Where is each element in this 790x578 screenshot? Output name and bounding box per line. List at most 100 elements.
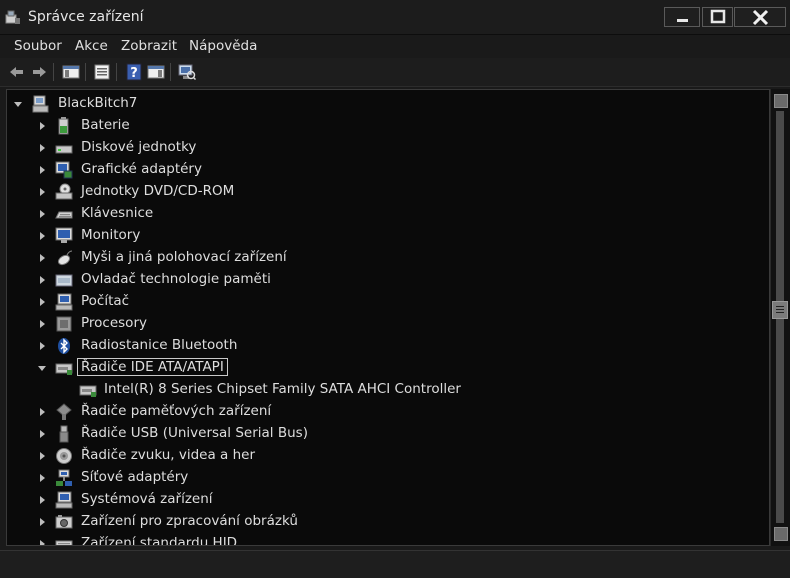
battery-icon [55,117,73,135]
tree-item-mysi[interactable]: Myši a jiná polohovací zařízení [7,247,747,269]
scroll-thumb[interactable] [772,301,788,319]
tree-item-bluetooth[interactable]: Radiostanice Bluetooth [7,335,747,357]
tree-item-intel-sata[interactable]: Intel(R) 8 Series Chipset Family SATA AH… [7,379,747,401]
tree-item-radice-ide[interactable]: Řadiče IDE ATA/ATAPI [7,357,747,379]
expand-arrow-icon[interactable] [37,450,47,460]
device-tree[interactable]: BlackBitch7 Baterie Diskové jednotky Gra… [6,89,770,546]
network-adapter-icon [55,469,73,487]
tree-item-hid[interactable]: Zařízení standardu HID [7,533,747,546]
toolbar-separator [170,63,171,81]
expand-arrow-icon[interactable] [37,340,47,350]
tree-item-radice-zvuku[interactable]: Řadiče zvuku, videa a her [7,445,747,467]
toolbar-separator [116,63,117,81]
expand-arrow-icon[interactable] [37,120,47,130]
tree-item-label: Myši a jiná polohovací zařízení [81,249,287,265]
maximize-button[interactable] [702,7,733,27]
expand-arrow-icon[interactable] [37,516,47,526]
toolbar: ? [0,58,790,87]
tree-item-label: Jednotky DVD/CD-ROM [81,183,235,199]
tree-root-label: BlackBitch7 [58,95,138,111]
scroll-up-button[interactable] [774,94,788,108]
vertical-scrollbar[interactable] [770,89,790,546]
ide-controller-icon [55,359,73,377]
tree-item-monitory[interactable]: Monitory [7,225,747,247]
expand-arrow-icon[interactable] [37,538,47,545]
back-icon[interactable] [8,63,26,81]
tree-item-label: Baterie [81,117,130,133]
keyboard-icon [55,205,73,223]
expand-arrow-icon[interactable] [37,274,47,284]
toolbar-separator [53,63,54,81]
hid-icon [55,535,73,545]
tree-item-pocitac[interactable]: Počítač [7,291,747,313]
memory-controller-icon [55,271,73,289]
tree-item-procesory[interactable]: Procesory [7,313,747,335]
tree-item-label: Zařízení pro zpracování obrázků [81,513,298,529]
tree-item-sitove-adaptery[interactable]: Síťové adaptéry [7,467,747,489]
tree-item-label: Síťové adaptéry [81,469,189,485]
tree-item-klavesnice[interactable]: Klávesnice [7,203,747,225]
action-pane-icon[interactable] [147,63,165,81]
tree-item-label: Procesory [81,315,147,331]
expand-arrow-icon[interactable] [37,142,47,152]
tree-item-dvd[interactable]: Jednotky DVD/CD-ROM [7,181,747,203]
display-adapter-icon [55,161,73,179]
help-icon[interactable]: ? [125,63,143,81]
toolbar-separator [85,63,86,81]
menu-soubor[interactable]: Soubor [14,38,62,54]
tree-item-radice-pametovych[interactable]: Řadiče paměťových zařízení [7,401,747,423]
expand-arrow-icon[interactable] [37,494,47,504]
minimize-button[interactable] [664,7,700,27]
tree-item-label: Zařízení standardu HID [81,535,238,546]
scroll-down-button[interactable] [774,527,788,541]
menu-napoveda[interactable]: Nápověda [189,38,257,54]
expand-arrow-icon[interactable] [37,230,47,240]
tree-item-baterie[interactable]: Baterie [7,115,747,137]
tree-item-label: Řadiče paměťových zařízení [81,403,272,419]
tree-item-label: Intel(R) 8 Series Chipset Family SATA AH… [104,381,461,397]
tree-item-label: Řadiče IDE ATA/ATAPI [77,358,228,376]
collapse-arrow-icon[interactable] [13,98,23,108]
computer-icon [55,293,73,311]
tree-item-radice-usb[interactable]: Řadiče USB (Universal Serial Bus) [7,423,747,445]
expand-arrow-icon[interactable] [37,186,47,196]
monitor-icon [55,227,73,245]
processor-icon [55,315,73,333]
tree-item-systemova-zarizeni[interactable]: Systémová zařízení [7,489,747,511]
tree-item-label: Řadiče USB (Universal Serial Bus) [81,425,308,441]
title-bar: Správce zařízení [0,0,790,35]
tree-root[interactable]: BlackBitch7 [7,93,747,115]
menu-zobrazit[interactable]: Zobrazit [121,38,177,54]
collapse-arrow-icon[interactable] [37,362,47,372]
usb-icon [55,425,73,443]
tree-item-label: Monitory [81,227,141,243]
show-hide-console-tree-icon[interactable] [62,63,80,81]
properties-icon[interactable] [93,63,111,81]
tree-item-label: Počítač [81,293,130,309]
ide-controller-icon [79,381,97,399]
svg-text:?: ? [130,66,138,81]
expand-arrow-icon[interactable] [37,164,47,174]
disk-drive-icon [55,139,73,157]
menu-bar: Soubor Akce Zobrazit Nápověda [0,35,790,57]
tree-item-ovladac-pameti[interactable]: Ovladač technologie paměti [7,269,747,291]
tree-item-zpracovani-obrazku[interactable]: Zařízení pro zpracování obrázků [7,511,747,533]
tree-item-graficke-adaptery[interactable]: Grafické adaptéry [7,159,747,181]
expand-arrow-icon[interactable] [37,318,47,328]
forward-icon[interactable] [30,63,48,81]
expand-arrow-icon[interactable] [37,208,47,218]
expand-arrow-icon[interactable] [37,296,47,306]
expand-arrow-icon[interactable] [37,472,47,482]
imaging-device-icon [55,513,73,531]
tree-item-diskove-jednotky[interactable]: Diskové jednotky [7,137,747,159]
tree-item-label: Řadiče zvuku, videa a her [81,447,256,463]
menu-akce[interactable]: Akce [75,38,108,54]
expand-arrow-icon[interactable] [37,406,47,416]
close-button[interactable] [734,7,786,27]
dvd-drive-icon [55,183,73,201]
tree-item-label: Grafické adaptéry [81,161,202,177]
sound-icon [55,447,73,465]
expand-arrow-icon[interactable] [37,428,47,438]
expand-arrow-icon[interactable] [37,252,47,262]
scan-hardware-icon[interactable] [178,63,197,81]
